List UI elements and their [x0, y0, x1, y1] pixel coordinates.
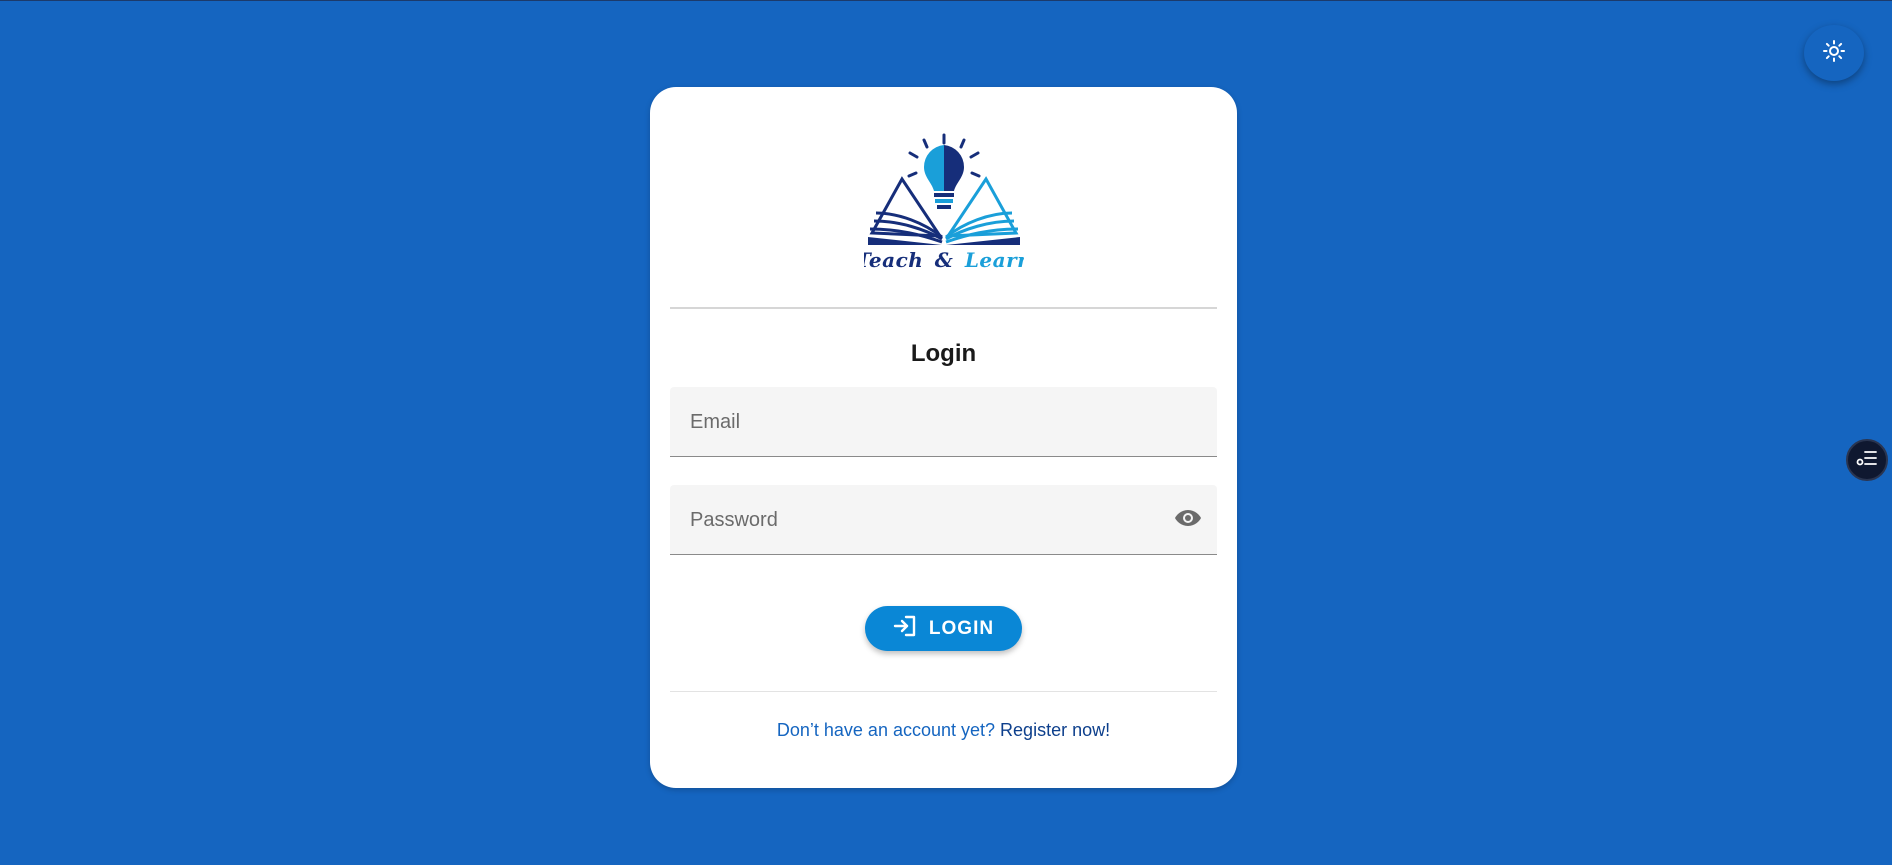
password-placeholder: Password	[690, 509, 778, 531]
login-card: Teach & Learn Login Email Password	[650, 87, 1237, 788]
footer-divider	[670, 691, 1217, 692]
email-field[interactable]: Email	[670, 387, 1217, 457]
email-placeholder: Email	[690, 411, 741, 433]
password-field[interactable]: Password	[670, 485, 1217, 555]
login-icon	[893, 615, 917, 642]
page-title: Login	[910, 340, 977, 367]
eye-icon	[1174, 508, 1202, 533]
header-divider	[670, 307, 1217, 309]
side-widget-button[interactable]	[1846, 439, 1888, 481]
brand-word-2: Learn	[963, 248, 1023, 271]
register-link[interactable]: Register now!	[1000, 720, 1110, 740]
login-button-label: LOGIN	[928, 617, 995, 639]
svg-text:Teach & Learn: Teach & Learn	[864, 248, 1024, 271]
theme-toggle-button[interactable]	[1804, 25, 1864, 81]
register-prompt-line: Don’t have an account yet? Register now!	[650, 720, 1237, 741]
brightness-icon	[1822, 39, 1846, 68]
toggle-password-visibility-button[interactable]	[1173, 507, 1203, 533]
login-button[interactable]: LOGIN	[865, 606, 1022, 651]
brand-logo: Teach & Learn	[650, 131, 1237, 271]
brand-word-1: Teach	[864, 248, 923, 271]
register-prompt-text: Don’t have an account yet?	[776, 720, 996, 740]
brand-ampersand: &	[934, 248, 953, 271]
checklist-icon	[1856, 449, 1878, 472]
